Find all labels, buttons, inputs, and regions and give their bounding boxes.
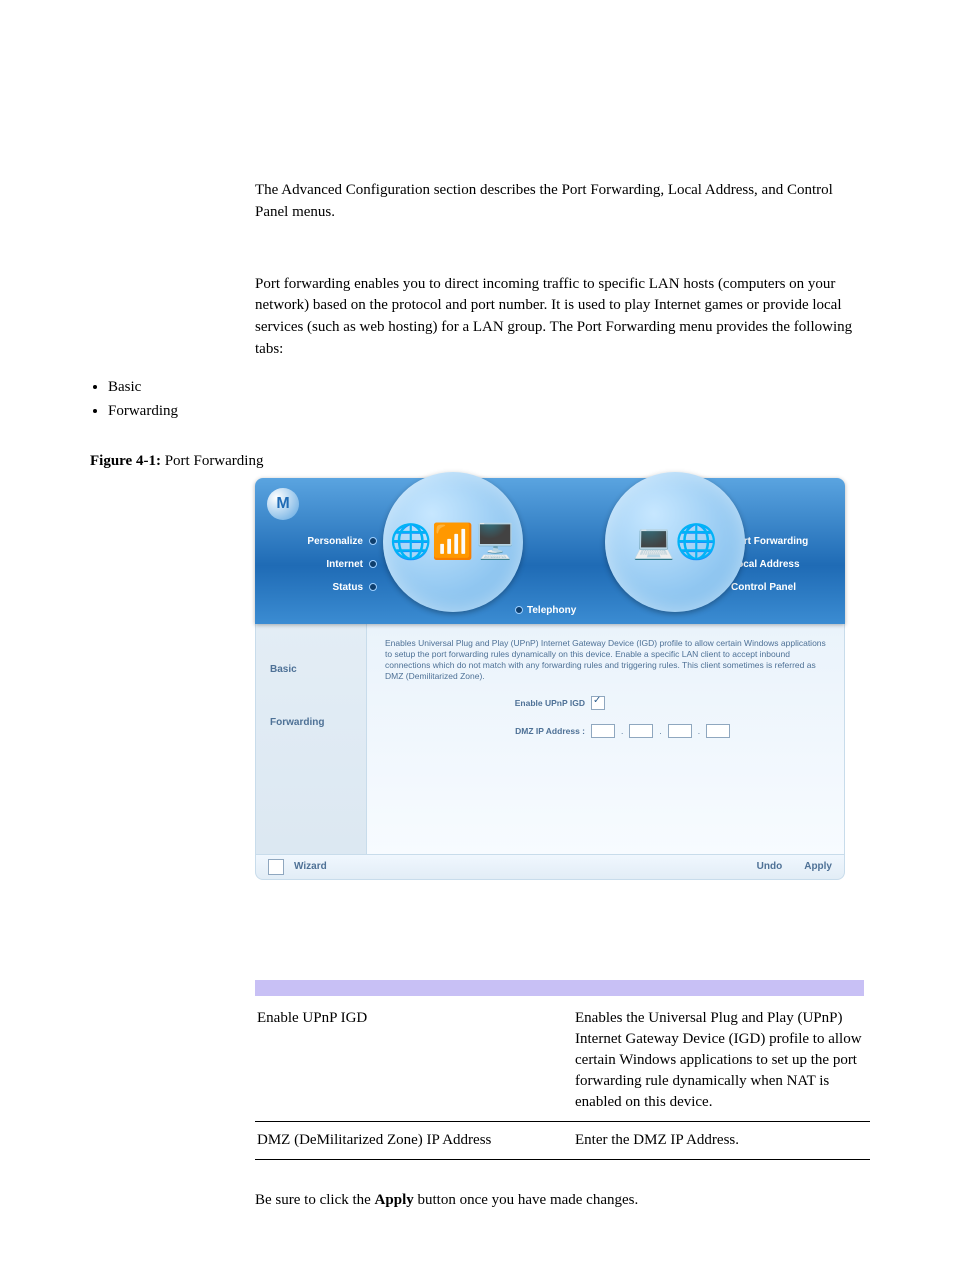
field-desc-dmz: Enter the DMZ IP Address. [573, 1121, 870, 1159]
nav-telephony[interactable]: Telephony [515, 605, 576, 616]
bullet-forwarding: Forwarding [108, 399, 864, 423]
undo-button[interactable]: Undo [757, 861, 783, 872]
dmz-ip-1[interactable] [591, 724, 615, 738]
nav-personalize[interactable]: Personalize [287, 536, 377, 547]
motorola-logo-icon: M [267, 488, 299, 520]
router-footer: Wizard Undo Apply [255, 855, 845, 880]
router-content: Enables Universal Plug and Play (UPnP) I… [367, 624, 844, 854]
fields-table: Enable UPnP IGD Enables the Universal Pl… [255, 1000, 870, 1160]
dmz-ip-2[interactable] [629, 724, 653, 738]
field-name-upnp: Enable UPnP IGD [255, 1000, 573, 1122]
dmz-ip-4[interactable] [706, 724, 730, 738]
router-header: M Personalize Internet Status Port Forwa… [255, 478, 845, 624]
table-row: DMZ (DeMilitarized Zone) IP Address Ente… [255, 1121, 870, 1159]
bubble-computer-icon: 💻🌐 [605, 472, 745, 612]
router-screenshot: M Personalize Internet Status Port Forwa… [255, 478, 845, 880]
nav-status[interactable]: Status [287, 582, 377, 593]
dmz-row: DMZ IP Address : . . . [485, 724, 826, 738]
field-name-dmz: DMZ (DeMilitarized Zone) IP Address [255, 1121, 573, 1159]
figure-prefix: Figure 4-1: [90, 453, 161, 469]
dot-icon [369, 560, 377, 568]
dmz-label: DMZ IP Address : [485, 726, 585, 736]
upnp-row: Enable UPnP IGD [485, 696, 826, 710]
upnp-label: Enable UPnP IGD [485, 698, 585, 708]
side-tabs: Basic Forwarding [256, 624, 367, 854]
wizard-icon[interactable] [268, 859, 284, 875]
tab-forwarding[interactable]: Forwarding [256, 707, 366, 738]
intro-bullets: Basic Forwarding [90, 375, 864, 423]
nav-control-panel[interactable]: Control Panel [717, 582, 827, 593]
tab-basic[interactable]: Basic [256, 654, 366, 685]
dot-icon [369, 537, 377, 545]
figure-caption: Figure 4-1: Port Forwarding [90, 453, 864, 470]
router-body: Basic Forwarding Enables Universal Plug … [255, 624, 845, 855]
upnp-checkbox[interactable] [591, 696, 605, 710]
router-description: Enables Universal Plug and Play (UPnP) I… [385, 638, 826, 682]
apply-bold: Apply [375, 1192, 414, 1208]
field-desc-upnp: Enables the Universal Plug and Play (UPn… [573, 1000, 870, 1122]
bubble-internet-icon: 🌐📶🖥️ [383, 472, 523, 612]
wizard-link[interactable]: Wizard [294, 861, 327, 872]
bullet-basic: Basic [108, 375, 864, 399]
intro-paragraph-1: The Advanced Configuration section descr… [255, 180, 864, 224]
intro-paragraph-2: Port forwarding enables you to direct in… [255, 274, 864, 361]
nav-left-group: Personalize Internet Status [287, 536, 377, 605]
table-row: Enable UPnP IGD Enables the Universal Pl… [255, 1000, 870, 1122]
nav-internet[interactable]: Internet [287, 559, 377, 570]
closing-note: Be sure to click the Apply button once y… [255, 1190, 864, 1212]
apply-button[interactable]: Apply [804, 861, 832, 872]
dmz-ip-3[interactable] [668, 724, 692, 738]
dot-icon [369, 583, 377, 591]
figure-label: Port Forwarding [165, 453, 264, 469]
dot-icon [515, 606, 523, 614]
table-header-bar [255, 980, 864, 996]
